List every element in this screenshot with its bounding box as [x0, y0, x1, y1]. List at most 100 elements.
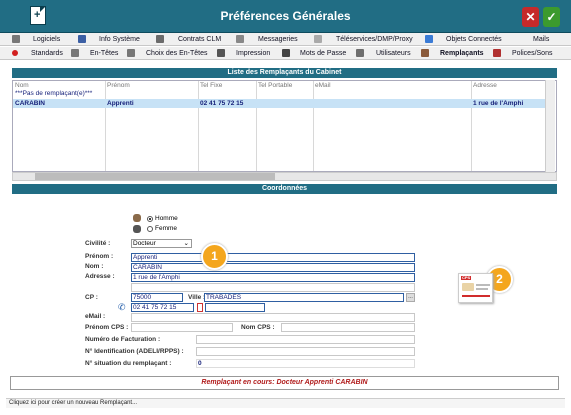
tab-choix-en-tetes[interactable]: Choix des En-Têtes: [146, 50, 207, 57]
table-cell: 1 rue de l'Amphi: [473, 100, 524, 107]
red-dot-icon: [12, 50, 18, 56]
card-label: CPS: [462, 275, 471, 280]
scrollbar-thumb[interactable]: [35, 173, 275, 180]
callout-badge-1: 1: [201, 243, 228, 270]
substitutes-table[interactable]: Nom Prénom Tel Fixe Tel Portable eMail A…: [12, 80, 557, 172]
table-row[interactable]: ***Pas de remplaçant(e)***: [15, 90, 92, 97]
nom-field[interactable]: CARABIN: [131, 263, 415, 272]
list-header: Liste des Remplaçants du Cabinet: [12, 68, 557, 78]
email-field[interactable]: [131, 313, 415, 322]
users-icon: [356, 49, 364, 57]
column-header[interactable]: Prénom: [107, 82, 130, 89]
column-header[interactable]: Tel Fixe: [200, 82, 222, 89]
nom-label: Nom :: [85, 263, 104, 270]
info-icon: [78, 35, 86, 43]
tab-mails[interactable]: Mails: [533, 36, 549, 43]
wifi-icon: [425, 35, 433, 43]
tab-standards[interactable]: Standards: [31, 50, 63, 57]
tab-mots-de-passe[interactable]: Mots de Passe: [300, 50, 346, 57]
table-cell: CARABIN: [15, 100, 45, 107]
tab-polices-sons[interactable]: Polices/Sons: [512, 50, 552, 57]
prenom-cps-label: Prénom CPS :: [85, 324, 129, 331]
chevron-down-icon: ⌄: [183, 240, 189, 247]
cp-field[interactable]: 75000: [131, 293, 183, 302]
situation-label: N° situation du remplaçant :: [85, 360, 172, 367]
lock-icon: [282, 49, 290, 57]
logiciels-icon: [12, 35, 20, 43]
window-title: Préférences Générales: [220, 9, 351, 23]
tab-messageries[interactable]: Messageries: [258, 36, 298, 43]
adresse-line-2[interactable]: [131, 283, 415, 292]
email-label: eMail :: [85, 313, 106, 320]
tab-info-systeme[interactable]: Info Système: [99, 36, 140, 43]
civilite-value: Docteur: [133, 240, 156, 247]
column-divider: [256, 81, 257, 171]
mobile-phone-icon: [197, 303, 203, 312]
checkmark-icon[interactable]: ✓: [543, 7, 560, 27]
prenom-cps-field[interactable]: [131, 323, 233, 332]
phone-field[interactable]: 02 41 75 72 15: [131, 303, 194, 312]
radio-homme[interactable]: [147, 216, 153, 222]
cp-label: CP :: [85, 294, 98, 301]
column-header[interactable]: eMail: [315, 82, 331, 89]
tab-en-tetes[interactable]: En-Têtes: [90, 50, 118, 57]
coordonnees-header: Coordonnées: [12, 184, 557, 194]
cps-card-image[interactable]: CPS: [458, 273, 493, 303]
column-header[interactable]: Tel Portable: [258, 82, 292, 89]
current-substitute-status: Remplaçant en cours: Docteur Apprenti CA…: [10, 376, 559, 390]
tab-objets-connectes[interactable]: Objets Connectés: [446, 36, 502, 43]
substitute-icon: [421, 49, 429, 57]
tab-logiciels[interactable]: Logiciels: [33, 36, 60, 43]
civilite-label: Civilité :: [85, 240, 111, 247]
adresse-label: Adresse :: [85, 273, 115, 280]
situation-value: 0: [198, 360, 202, 367]
close-icon[interactable]: ✕: [522, 7, 539, 27]
facturation-field[interactable]: [196, 335, 415, 344]
document-list-icon: [127, 49, 135, 57]
table-cell: 02 41 75 72 15: [200, 100, 244, 107]
network-icon: [314, 35, 322, 43]
identification-label: N° Identification (ADELI/RPPS) :: [85, 348, 184, 355]
table-row-selected[interactable]: [13, 99, 546, 108]
radio-femme[interactable]: [147, 226, 153, 232]
column-header[interactable]: Adresse: [473, 82, 497, 89]
printer-icon: [217, 49, 225, 57]
document-icon: [71, 49, 79, 57]
column-divider: [198, 81, 199, 171]
pen-icon: [156, 35, 164, 43]
radio-homme-label: Homme: [155, 215, 178, 222]
font-icon: [493, 49, 501, 57]
nom-cps-label: Nom CPS :: [241, 324, 275, 331]
tab-remplacants[interactable]: Remplaçants: [440, 50, 484, 57]
create-substitute-hint[interactable]: Cliquez ici pour créer un nouveau Rempla…: [6, 398, 565, 408]
ville-lookup-button[interactable]: …: [406, 293, 415, 302]
adresse-field[interactable]: 1 rue de l'Amphi: [131, 273, 415, 282]
column-header[interactable]: Nom: [15, 82, 29, 89]
table-cell: Apprenti: [107, 100, 134, 107]
radio-femme-label: Femme: [155, 225, 178, 232]
ville-label: Ville :: [188, 294, 206, 301]
ville-field[interactable]: TRABADES: [204, 293, 404, 302]
male-avatar-icon: [133, 214, 141, 222]
prenom-field[interactable]: Apprenti: [131, 253, 415, 262]
vertical-scrollbar[interactable]: [545, 80, 555, 172]
tab-impression[interactable]: Impression: [236, 50, 270, 57]
civilite-select[interactable]: Docteur ⌄: [131, 239, 192, 248]
situation-field[interactable]: 0: [196, 359, 415, 368]
tabs-row-2: Standards En-Têtes Choix des En-Têtes Im…: [0, 47, 571, 60]
prenom-label: Prénom :: [85, 253, 114, 260]
nom-cps-field[interactable]: [281, 323, 415, 332]
facturation-label: Numéro de Facturation :: [85, 336, 161, 343]
tab-teleservices[interactable]: Téléservices/DMP/Proxy: [336, 36, 413, 43]
mail-icon: [236, 35, 244, 43]
phone-icon: ✆: [118, 302, 126, 312]
female-avatar-icon: [133, 225, 141, 233]
column-divider: [313, 81, 314, 171]
tab-contrats-clm[interactable]: Contrats CLM: [178, 36, 221, 43]
identification-field[interactable]: [196, 347, 415, 356]
mobile-field[interactable]: [205, 303, 265, 312]
column-divider: [471, 81, 472, 171]
tab-utilisateurs[interactable]: Utilisateurs: [376, 50, 411, 57]
column-divider: [105, 81, 106, 171]
tabs-row-1: Logiciels Info Système Contrats CLM Mess…: [0, 33, 571, 46]
